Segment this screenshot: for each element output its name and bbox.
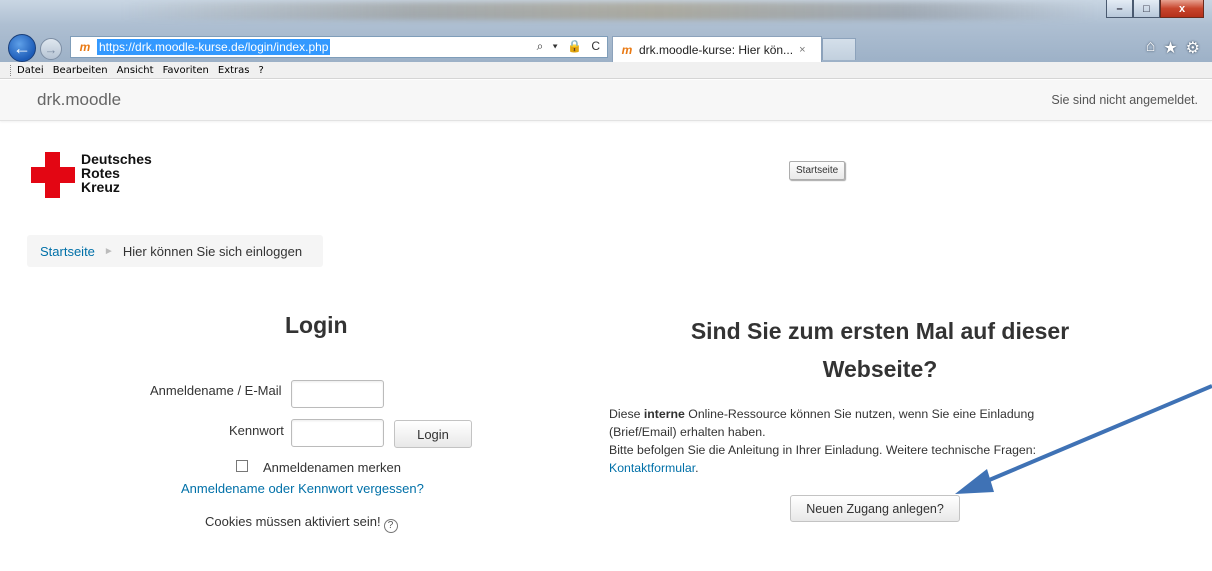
menu-ansicht[interactable]: Ansicht (117, 65, 154, 76)
address-bar[interactable]: m https://drk.moodle-kurse.de/login/inde… (70, 36, 608, 58)
remember-username-label: Anmeldenamen merken (263, 460, 402, 475)
signup-paragraph-1: Diese interne Online-Ressource können Si… (609, 405, 1079, 441)
drk-logo[interactable]: Deutsches Rotes Kreuz (31, 152, 181, 200)
tab-close-icon[interactable]: × (799, 44, 805, 56)
tab-title: drk.moodle-kurse: Hier kön... (639, 42, 794, 57)
breadcrumb-current: Hier können Sie sich einloggen (122, 243, 303, 259)
forward-button[interactable]: → (40, 38, 62, 60)
home-icon[interactable]: ⌂ (1146, 38, 1156, 58)
contact-form-link[interactable]: Kontaktformular (609, 461, 695, 475)
menu-grip (10, 64, 13, 76)
window-title-blurred (120, 2, 1100, 20)
url-text[interactable]: https://drk.moodle-kurse.de/login/index.… (97, 39, 331, 55)
login-status: Sie sind nicht angemeldet. (1051, 93, 1198, 107)
remember-username-checkbox[interactable] (236, 460, 248, 472)
p1-bold: interne (643, 407, 685, 421)
username-input[interactable] (291, 380, 384, 408)
back-arrow-icon: ← (13, 37, 31, 58)
password-label: Kennwort (229, 423, 284, 438)
logo-line-2: Rotes (81, 165, 120, 181)
menu-bearbeiten[interactable]: Bearbeiten (53, 65, 108, 76)
menu-bar: Datei Bearbeiten Ansicht Favoriten Extra… (0, 62, 1212, 79)
signup-heading: Sind Sie zum ersten Mal auf dieser Webse… (610, 312, 1150, 388)
cookies-note: Cookies müssen aktiviert sein!? (205, 514, 398, 533)
signup-heading-line-2: Webseite? (822, 356, 938, 382)
breadcrumb: Startseite ► Hier können Sie sich einlog… (27, 235, 323, 267)
login-heading: Login (285, 312, 348, 338)
signup-heading-line-1: Sind Sie zum ersten Mal auf dieser (690, 318, 1070, 344)
window-controls: – □ x (1106, 0, 1204, 18)
signup-description: Diese interne Online-Ressource können Si… (609, 405, 1079, 477)
breadcrumb-separator-icon: ► (103, 245, 114, 257)
help-icon[interactable]: ? (383, 518, 398, 533)
star-icon[interactable]: ★ (1163, 38, 1177, 58)
menu-help[interactable]: ? (259, 65, 264, 76)
site-navbar: drk.moodle Sie sind nicht angemeldet. (0, 80, 1212, 121)
menu-extras[interactable]: Extras (218, 65, 250, 76)
forgot-password-link[interactable]: Anmeldename oder Kennwort vergessen? (181, 481, 424, 496)
p2-end: . (695, 461, 699, 475)
p1-text: Diese (609, 407, 644, 421)
new-tab-button[interactable] (822, 38, 856, 60)
login-button[interactable]: Login (394, 420, 472, 448)
minimize-button[interactable]: – (1106, 0, 1133, 18)
logo-line-3: Kreuz (81, 179, 120, 195)
cookies-note-text: Cookies müssen aktiviert sein! (205, 514, 381, 529)
moodle-favicon-icon: m (621, 42, 633, 57)
breadcrumb-home-link[interactable]: Startseite (40, 244, 95, 259)
maximize-button[interactable]: □ (1133, 0, 1160, 18)
logo-line-1: Deutsches (81, 151, 152, 167)
home-button[interactable]: Startseite (789, 161, 846, 180)
gear-icon[interactable]: ⚙ (1186, 38, 1200, 58)
back-button[interactable]: ← (8, 34, 36, 62)
password-input[interactable] (291, 419, 384, 447)
browser-tab[interactable]: m drk.moodle-kurse: Hier kön... × (612, 36, 822, 62)
create-account-button[interactable]: Neuen Zugang anlegen? (790, 495, 960, 522)
moodle-favicon-icon: m (79, 40, 91, 54)
site-name[interactable]: drk.moodle (37, 90, 121, 110)
red-cross-bar (31, 167, 75, 183)
menu-datei[interactable]: Datei (17, 65, 44, 76)
signup-paragraph-2: Bitte befolgen Sie die Anleitung in Ihre… (609, 441, 1079, 477)
p2-text: Bitte befolgen Sie die Anleitung in Ihre… (609, 443, 1037, 457)
address-bar-icons[interactable]: ⌕ ▾ 🔒 C (537, 39, 603, 54)
browser-right-controls: ⌂ ★ ⚙ (1146, 38, 1200, 58)
logo-text: Deutsches Rotes Kreuz (81, 152, 152, 194)
forward-arrow-icon: → (44, 41, 58, 57)
close-window-button[interactable]: x (1160, 0, 1204, 18)
menu-favoriten[interactable]: Favoriten (163, 65, 209, 76)
username-label: Anmeldename / E-Mail (150, 383, 282, 398)
